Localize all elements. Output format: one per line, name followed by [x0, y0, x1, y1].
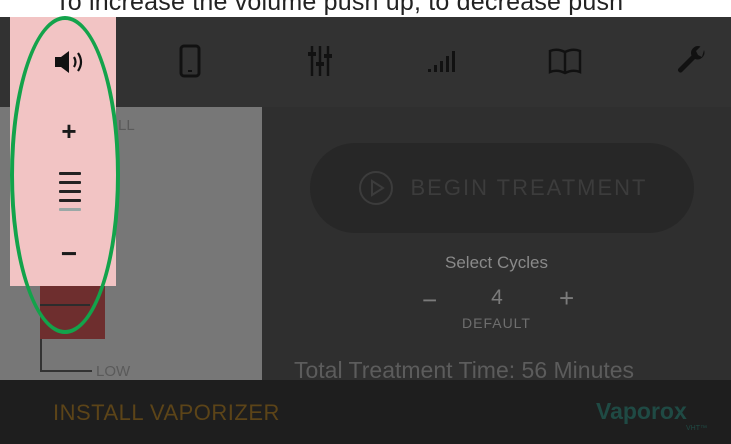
- begin-treatment-button[interactable]: BEGIN TREATMENT: [310, 143, 694, 233]
- phone-icon[interactable]: [170, 41, 210, 81]
- level-low-label: LOW: [96, 363, 131, 380]
- cycles-value: 4: [491, 286, 503, 309]
- footer-bar: INSTALL VAPORIZER Vaporox VHT™: [0, 380, 731, 444]
- play-icon: [358, 171, 393, 205]
- vaporox-logo: Vaporox: [596, 398, 687, 424]
- vaporox-logo-sub: VHT™: [686, 425, 707, 432]
- treatment-panel: BEGIN TREATMENT Select Cycles − 4 + DEFA…: [262, 107, 731, 383]
- install-vaporizer-button[interactable]: INSTALL VAPORIZER: [53, 400, 280, 426]
- sliders-icon[interactable]: [300, 41, 340, 81]
- cycles-decrease-button[interactable]: −: [422, 285, 437, 316]
- highlight-oval: [10, 16, 120, 334]
- instruction-caption: To increase the volume push up, to decre…: [55, 0, 624, 16]
- book-icon[interactable]: [545, 41, 585, 81]
- begin-treatment-label: BEGIN TREATMENT: [410, 175, 648, 200]
- cycles-default-label: DEFAULT: [462, 315, 531, 331]
- level-top-label: LL: [118, 117, 135, 134]
- signal-icon[interactable]: [422, 41, 462, 81]
- select-cycles-title: Select Cycles: [445, 253, 548, 272]
- wrench-icon[interactable]: [672, 41, 712, 81]
- cycles-increase-button[interactable]: +: [559, 283, 574, 314]
